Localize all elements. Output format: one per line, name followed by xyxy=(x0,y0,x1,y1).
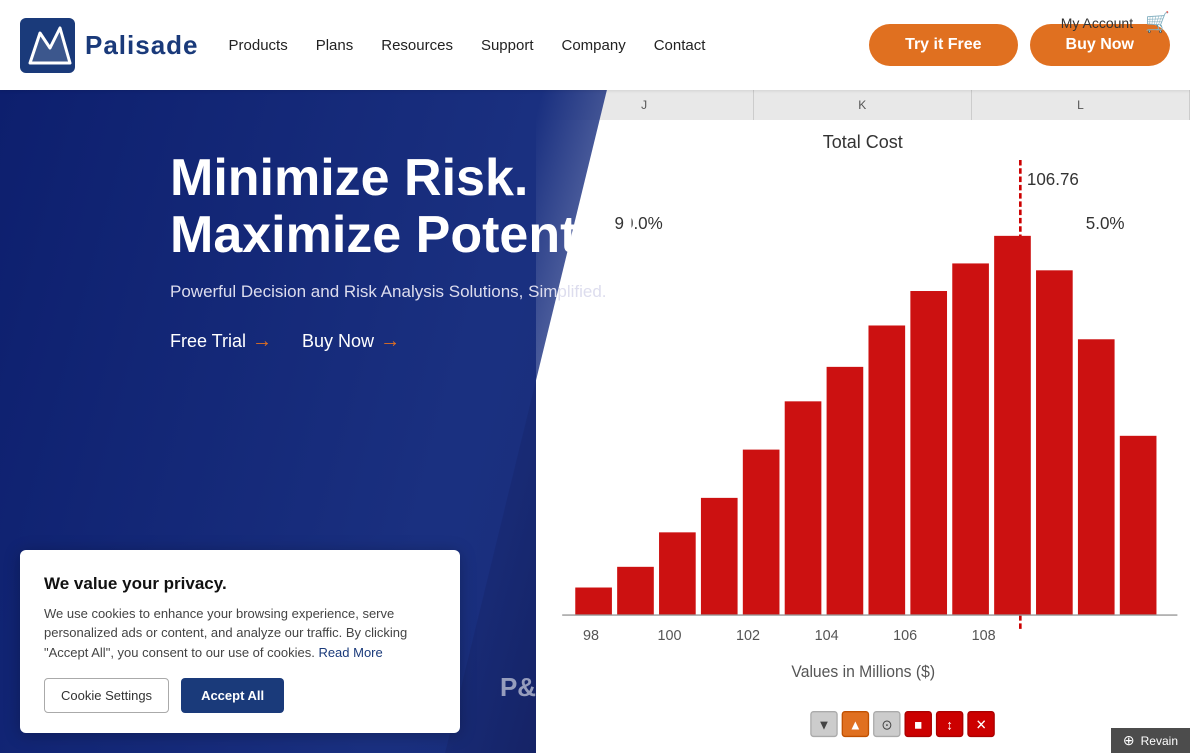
svg-text:108: 108 xyxy=(971,628,995,644)
nav-plans[interactable]: Plans xyxy=(316,37,354,54)
cookie-banner: We value your privacy. We use cookies to… xyxy=(20,550,460,734)
cookie-title: We value your privacy. xyxy=(44,574,436,594)
navbar: Palisade Products Plans Resources Suppor… xyxy=(0,0,1190,90)
brand-pg: P&G xyxy=(500,672,556,703)
free-trial-label: Free Trial xyxy=(170,331,246,352)
nav-support[interactable]: Support xyxy=(481,37,534,54)
my-account-link[interactable]: My Account xyxy=(1061,15,1133,31)
revain-icon: ⊕ xyxy=(1123,732,1135,749)
nav-links: Products Plans Resources Support Company… xyxy=(229,37,870,54)
palisade-logo-icon xyxy=(20,18,75,73)
free-trial-arrow-icon: → xyxy=(252,330,272,353)
svg-text:▼: ▼ xyxy=(817,717,830,732)
cookie-buttons: Cookie Settings Accept All xyxy=(44,678,436,713)
buy-now-arrow-icon: → xyxy=(380,330,400,353)
svg-text:102: 102 xyxy=(736,628,760,644)
hero-title-line1: Minimize Risk. xyxy=(170,150,714,207)
svg-text:▲: ▲ xyxy=(848,717,861,732)
try-free-button[interactable]: Try it Free xyxy=(869,24,1017,66)
svg-text:5.0%: 5.0% xyxy=(1085,213,1124,234)
svg-text:104: 104 xyxy=(814,628,838,644)
cookie-text: We use cookies to enhance your browsing … xyxy=(44,604,436,663)
nav-resources[interactable]: Resources xyxy=(381,37,453,54)
cookie-settings-button[interactable]: Cookie Settings xyxy=(44,678,169,713)
hero-title-line2: Maximize Potential. xyxy=(170,207,714,264)
hero-buttons: Free Trial → Buy Now → xyxy=(170,330,714,353)
hero-subtitle: Powerful Decision and Risk Analysis Solu… xyxy=(170,282,714,302)
read-more-link[interactable]: Read More xyxy=(318,645,382,660)
brand-merck: MERCK xyxy=(616,672,711,703)
revain-label: Revain xyxy=(1141,734,1178,748)
buy-now-label: Buy Now xyxy=(302,331,374,352)
nav-company[interactable]: Company xyxy=(562,37,626,54)
nav-contact[interactable]: Contact xyxy=(654,37,706,54)
col-l: L xyxy=(972,90,1190,120)
cart-icon[interactable]: 🛒 xyxy=(1145,10,1170,35)
svg-text:Values in Millions ($): Values in Millions ($) xyxy=(791,663,935,681)
svg-text:⊙: ⊙ xyxy=(881,717,892,732)
top-bar: My Account 🛒 xyxy=(1041,0,1190,45)
col-k: K xyxy=(754,90,972,120)
svg-text:106: 106 xyxy=(893,628,917,644)
buy-now-link[interactable]: Buy Now → xyxy=(302,330,400,353)
logo-area[interactable]: Palisade xyxy=(20,18,199,73)
revain-watermark: ⊕ Revain xyxy=(1111,728,1190,753)
svg-text:■: ■ xyxy=(914,717,922,732)
svg-text:✕: ✕ xyxy=(975,717,986,732)
svg-text:106.76: 106.76 xyxy=(1026,168,1078,189)
logo-text: Palisade xyxy=(85,30,199,61)
free-trial-link[interactable]: Free Trial → xyxy=(170,330,272,353)
svg-text:↕: ↕ xyxy=(946,717,953,732)
nav-products[interactable]: Products xyxy=(229,37,288,54)
accept-all-button[interactable]: Accept All xyxy=(181,678,284,713)
